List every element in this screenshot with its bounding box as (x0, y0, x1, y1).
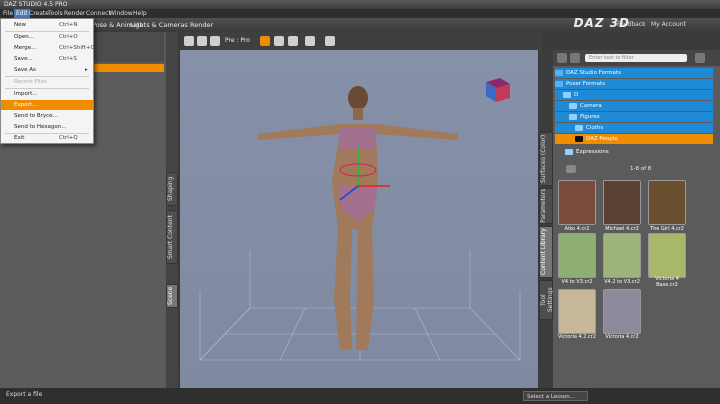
figure-model[interactable] (258, 86, 458, 350)
menu-item-merge[interactable]: Merge... Ctrl+Shift+O (1, 43, 95, 53)
feedback-link[interactable]: Feedback (617, 21, 646, 28)
status-bar: Export a file (0, 388, 720, 404)
menu-item-send-to-hexagon[interactable]: Send to Hexagon... (1, 122, 93, 132)
menu-item-save[interactable]: Save... Ctrl+S (1, 54, 93, 64)
folder-icon (575, 124, 583, 131)
thumbnail-image (603, 180, 641, 225)
draw-style-icon[interactable] (260, 36, 270, 46)
formats-icon (555, 80, 563, 87)
menu-item-import[interactable]: Import... (1, 89, 93, 99)
thumbnail-image (648, 180, 686, 225)
tree-item-daz-studio-formats[interactable]: DAZ Studio Formats (555, 68, 713, 78)
viewport-scene (199, 78, 521, 361)
tab-parameters[interactable]: Parameters (539, 188, 553, 224)
tree-item-camera[interactable]: Camera (555, 101, 713, 111)
file-menu-dropdown: New Ctrl+N Open... Ctrl+O Merge... Ctrl+… (0, 18, 95, 144)
camera-selector[interactable]: Pre : Pro (225, 37, 250, 44)
thumbnail-label: Aiko 4.cr2 (564, 226, 590, 232)
left-pane-tabs: Shaping Smart Content Scene (166, 32, 178, 388)
tab-scene[interactable]: Scene (166, 284, 178, 308)
app-title: DAZ STUDIO 4.5 PRO (4, 1, 68, 8)
rotate-tool-icon[interactable] (210, 36, 220, 46)
content-search-input[interactable]: Enter text to filter (585, 54, 687, 62)
tab-lights-cameras[interactable]: Lights & Cameras (130, 21, 188, 29)
right-pane-tabs: Surfaces (Color) Parameters Content Libr… (539, 50, 554, 388)
menu-connect[interactable]: Connect (86, 9, 111, 18)
tab-content-library[interactable]: Content Library (539, 226, 553, 278)
menu-item-new[interactable]: New Ctrl+N (1, 20, 93, 30)
viewport-toolbar: Pre : Pro (180, 32, 542, 50)
tab-tool-settings[interactable]: Tool Settings (539, 280, 554, 320)
thumbnail-label: Victoria 4 Base.cr2 (655, 276, 679, 288)
thumbnail-label: The Girl 4.cr2 (650, 226, 684, 232)
render-camera-icon[interactable] (325, 36, 335, 46)
tree-item-expressions[interactable]: Expressions (555, 147, 713, 157)
lesson-selector[interactable]: Select a Lesson... (523, 391, 588, 401)
3d-viewport[interactable] (180, 50, 538, 388)
folder-icon (569, 102, 577, 109)
options-icon[interactable] (695, 53, 705, 63)
menu-item-open[interactable]: Open... Ctrl+O (1, 32, 93, 42)
tab-smart-content[interactable]: Smart Content (166, 210, 178, 264)
folder-icon (575, 135, 583, 142)
thumbnail-label: Victoria 4.cr2 (605, 334, 639, 340)
submenu-arrow-icon: ▸ (85, 67, 88, 73)
thumbnail-label: V4.2 to V3.cr2 (604, 279, 640, 285)
thumbnail-image (558, 233, 596, 278)
view-cube-icon[interactable] (486, 78, 510, 102)
folder-icon (565, 148, 573, 155)
menu-window[interactable]: Window (109, 9, 133, 18)
back-icon[interactable] (557, 53, 567, 63)
content-search-bar: Enter text to filter (553, 50, 720, 66)
page-button[interactable] (566, 165, 576, 173)
thumbnail-image (648, 233, 686, 278)
zoom-icon[interactable] (305, 36, 315, 46)
menu-item-exit[interactable]: Exit Ctrl+Q (1, 133, 93, 143)
forward-icon[interactable] (570, 53, 580, 63)
tab-render[interactable]: Render (190, 21, 213, 29)
my-account-link[interactable]: My Account (651, 21, 686, 28)
orbit-icon[interactable] (274, 36, 284, 46)
pan-icon[interactable] (288, 36, 298, 46)
tree-item-cloths[interactable]: Cloths (555, 123, 713, 133)
thumbnail-label: Michael 4.cr2 (605, 226, 639, 232)
menu-item-save-as[interactable]: Save As ▸ (1, 65, 93, 75)
thumbnail-image (603, 289, 641, 334)
menu-item-export[interactable]: Export... (1, 100, 93, 110)
tree-item-d[interactable]: D (555, 90, 713, 100)
node-selection-icon[interactable] (184, 36, 194, 46)
tree-item-figures[interactable]: Figures (555, 112, 713, 122)
status-text: Export a file (6, 391, 43, 398)
page-info: 1-8 of 8 (630, 166, 652, 172)
tree-item-poser-formats[interactable]: Poser Formats (555, 79, 713, 89)
formats-icon (555, 69, 563, 76)
menu-render[interactable]: Render (64, 9, 85, 18)
thumbnail-image (558, 180, 596, 225)
folder-icon (563, 91, 571, 98)
menu-create[interactable]: Create (29, 9, 49, 18)
folder-icon (569, 113, 577, 120)
tree-item-daz-people[interactable]: DAZ People (555, 134, 713, 144)
thumbnail-label: Victoria 4.2.cr2 (557, 334, 597, 340)
tab-surfaces-color[interactable]: Surfaces (Color) (539, 132, 553, 186)
thumbnail-label: V4 to V3.cr2 (561, 279, 593, 285)
menu-tools[interactable]: Tools (48, 9, 63, 18)
menu-item-recent-files: Recent Files (14, 79, 47, 85)
universal-tool-icon[interactable] (197, 36, 207, 46)
thumbnail-image (603, 233, 641, 278)
tab-shaping[interactable]: Shaping (166, 172, 178, 206)
menu-item-send-to-bryce[interactable]: Send to Bryce... (1, 111, 93, 121)
thumbnail-image (558, 289, 596, 334)
title-bar: DAZ STUDIO 4.5 PRO (0, 0, 720, 9)
menu-file[interactable]: File (3, 9, 13, 18)
menu-edit[interactable]: Edit (14, 9, 30, 18)
menu-help[interactable]: Help (133, 9, 147, 18)
